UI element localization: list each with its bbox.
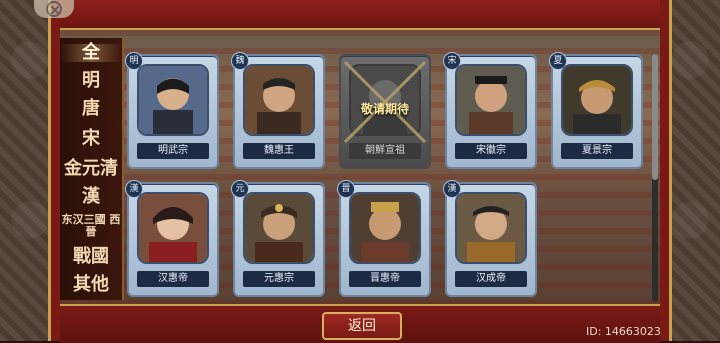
scrollbar-thumb[interactable]: [652, 54, 658, 180]
category-tang[interactable]: 唐: [60, 100, 122, 118]
portrait: [243, 64, 315, 136]
character-card[interactable]: 晋 晋惠帝: [337, 180, 431, 297]
category-sidebar: 全 明 唐 宋 金元清 漢 东汉三國 西晉 戰國 其他: [60, 38, 124, 300]
category-donghan-sanguo-xijin[interactable]: 东汉三國 西晉: [60, 214, 122, 238]
category-all[interactable]: 全: [60, 44, 122, 62]
emperor-grid: 明 明武宗 魏 魏惠王 敬请期待 朝鮮宣祖 宋 宋徽宗 夏 夏景宗 漢 汉惠帝 …: [125, 52, 647, 297]
category-jin-yuan-qing[interactable]: 金元清: [60, 160, 122, 178]
portrait: [455, 192, 527, 264]
portrait: [243, 192, 315, 264]
portrait: [455, 64, 527, 136]
category-ming[interactable]: 明: [60, 72, 122, 90]
character-name: 魏惠王: [243, 143, 315, 159]
portrait: [137, 64, 209, 136]
player-id: ID: 14663023: [586, 325, 661, 338]
character-name: 汉成帝: [455, 271, 527, 287]
coming-soon-label: 敬请期待: [360, 102, 409, 116]
character-name: 夏景宗: [561, 143, 633, 159]
character-card-locked[interactable]: 敬请期待 朝鮮宣祖: [339, 54, 431, 169]
category-other[interactable]: 其他: [60, 276, 122, 294]
character-name: 汉惠帝: [137, 271, 209, 287]
top-band: [60, 0, 660, 30]
category-zhanguo[interactable]: 戰國: [60, 248, 122, 266]
character-name: 明武宗: [137, 143, 209, 159]
character-card[interactable]: 元 元惠宗: [231, 180, 325, 297]
character-card[interactable]: 宋 宋徽宗: [443, 52, 537, 169]
character-name: 晋惠帝: [349, 271, 421, 287]
close-tab-button[interactable]: [34, 0, 74, 18]
close-icon: [46, 1, 62, 17]
character-card[interactable]: 漢 汉惠帝: [125, 180, 219, 297]
character-name: 宋徽宗: [455, 143, 527, 159]
character-name: 朝鮮宣祖: [349, 143, 421, 159]
return-button[interactable]: 返回: [322, 312, 402, 340]
category-song[interactable]: 宋: [60, 130, 122, 148]
portrait: [137, 192, 209, 264]
character-name: 元惠宗: [243, 271, 315, 287]
category-han[interactable]: 漢: [60, 188, 122, 206]
character-card[interactable]: 漢 汉成帝: [443, 180, 537, 297]
portrait: [561, 64, 633, 136]
character-card[interactable]: 魏 魏惠王: [231, 52, 325, 169]
character-card[interactable]: 夏 夏景宗: [549, 52, 643, 169]
character-card[interactable]: 明 明武宗: [125, 52, 219, 169]
vertical-scrollbar[interactable]: [652, 54, 658, 302]
portrait: [349, 192, 421, 264]
